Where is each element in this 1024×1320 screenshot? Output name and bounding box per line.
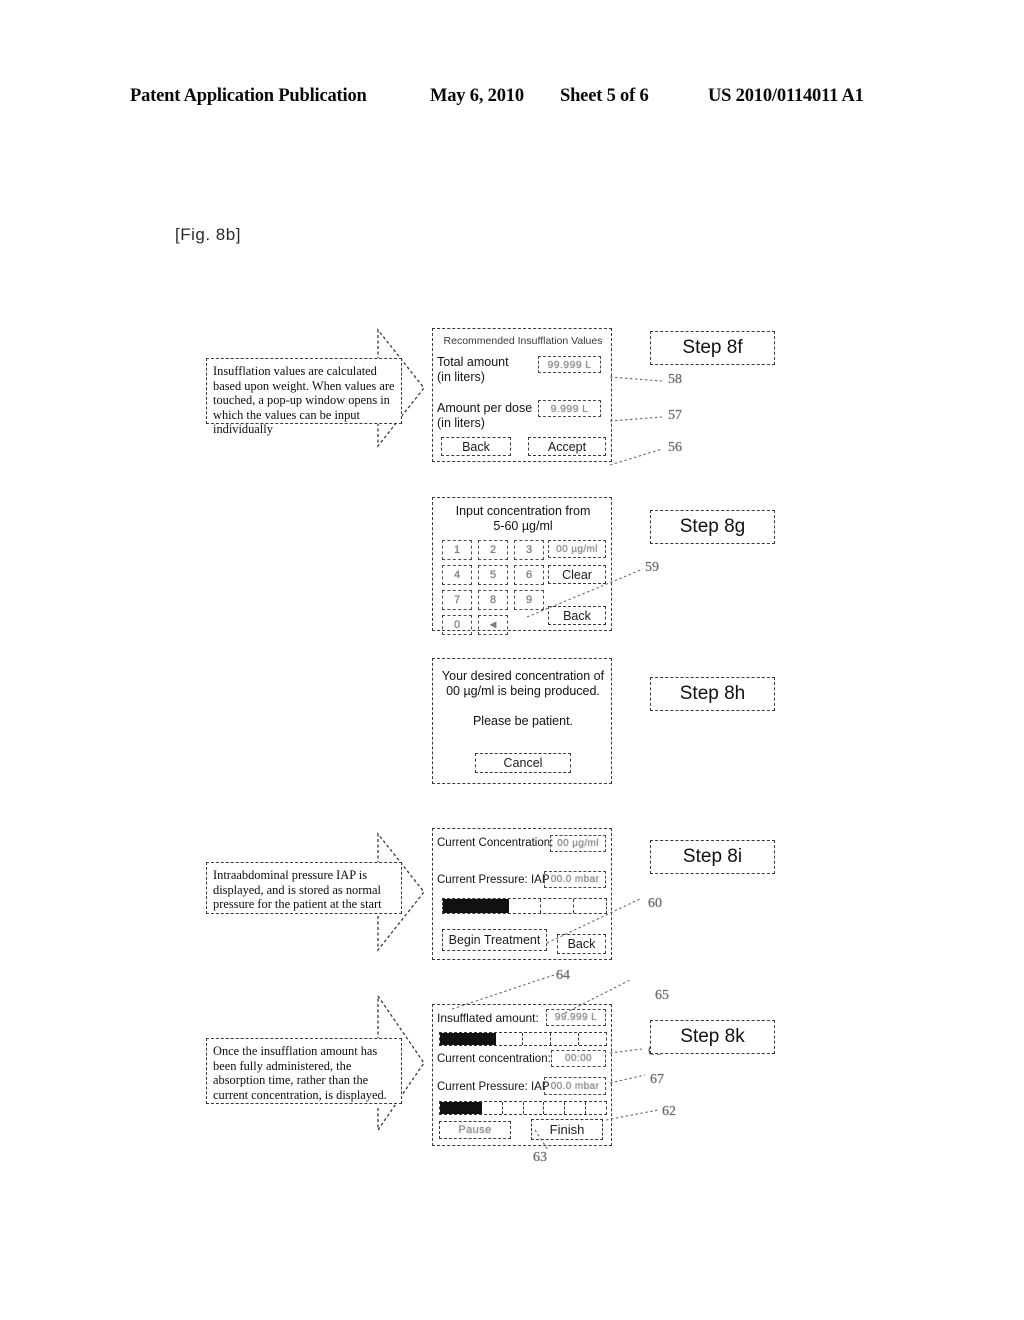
concentration-display-8g: 00 µg/ml <box>548 540 606 558</box>
ref-numeral-59: 59 <box>645 560 659 575</box>
callout-8i: Intraabdominal pressure IAP is displayed… <box>206 832 425 952</box>
ref-numeral-58: 58 <box>668 372 682 387</box>
screen-8g-title-line1: Input concentration from <box>455 504 591 518</box>
step-label-8k: Step 8k <box>650 1020 775 1054</box>
total-amount-units-label: (in liters) <box>437 370 485 384</box>
total-amount-value[interactable]: 99.999 L <box>538 356 601 373</box>
callout-8k-text: Once the insufflation amount has been fu… <box>206 1038 402 1104</box>
back-button-8f[interactable]: Back <box>441 437 511 456</box>
patent-figure-page: Patent Application Publication May 6, 20… <box>0 0 1024 1320</box>
callout-8f-text: Insufflation values are calculated based… <box>206 358 402 436</box>
step-label-8h: Step 8h <box>650 677 775 711</box>
screen-8f: Recommended Insufflation Values Total am… <box>432 328 612 462</box>
leader-lines-8k <box>451 972 659 1151</box>
callout-8i-text: Intraabdominal pressure IAP is displayed… <box>206 862 402 914</box>
ref-numeral-56: 56 <box>668 440 682 455</box>
backspace-icon[interactable]: ◄ <box>478 615 508 635</box>
step-label-8f: Step 8f <box>650 331 775 365</box>
current-pressure-label-8i: Current Pressure: IAP <box>437 874 550 886</box>
screen-8g-title-line2: 5-60 µg/ml <box>493 519 553 533</box>
step-label-8i: Step 8i <box>650 840 775 874</box>
key-3[interactable]: 3 <box>514 540 544 560</box>
ref-numeral-64: 64 <box>556 968 570 983</box>
sheet-number: Sheet 5 of 6 <box>560 86 649 106</box>
callout-8f: Insufflation values are calculated based… <box>206 328 425 448</box>
dose-amount-label: Amount per dose <box>437 401 533 415</box>
dose-amount-value[interactable]: 9.999 L <box>538 400 601 417</box>
step-label-8g: Step 8g <box>650 510 775 544</box>
ref-numeral-62: 62 <box>662 1104 676 1119</box>
current-pressure-value-8i: 00.0 mbar <box>544 871 606 888</box>
total-amount-label: Total amount <box>437 355 509 369</box>
key-4[interactable]: 4 <box>442 565 472 585</box>
ref-numeral-63: 63 <box>533 1150 547 1165</box>
ref-numeral-57: 57 <box>668 408 682 423</box>
key-1[interactable]: 1 <box>442 540 472 560</box>
key-2[interactable]: 2 <box>478 540 508 560</box>
ref-numeral-65: 65 <box>655 988 669 1003</box>
key-0[interactable]: 0 <box>442 615 472 635</box>
begin-treatment-button-8i[interactable]: Begin Treatment <box>442 929 547 951</box>
cancel-button-8h[interactable]: Cancel <box>475 753 571 773</box>
current-concentration-value-8i: 00 µg/ml <box>550 835 606 852</box>
key-8[interactable]: 8 <box>478 590 508 610</box>
publication-title: Patent Application Publication <box>130 86 367 106</box>
producing-message-line1: Your desired concentration of <box>441 669 605 683</box>
publication-date: May 6, 2010 <box>430 86 524 106</box>
key-7[interactable]: 7 <box>442 590 472 610</box>
accept-button-8f[interactable]: Accept <box>528 437 606 456</box>
leader-line-60 <box>546 898 641 944</box>
ref-numeral-67: 67 <box>650 1072 664 1087</box>
dose-amount-units-label: (in liters) <box>437 416 485 430</box>
patent-number: US 2010/0114011 A1 <box>708 86 864 106</box>
page-header: Patent Application Publication May 6, 20… <box>0 86 1024 114</box>
producing-message-line2: 00 µg/ml is being produced. <box>446 684 600 698</box>
screen-8h: Your desired concentration of 00 µg/ml i… <box>432 658 612 784</box>
callout-8k: Once the insufflation amount has been fu… <box>206 993 425 1133</box>
current-concentration-label-8i: Current Concentration: <box>437 837 554 849</box>
screen-8f-title: Recommended Insufflation Values <box>443 335 603 347</box>
key-5[interactable]: 5 <box>478 565 508 585</box>
patience-message: Please be patient. <box>472 714 574 728</box>
leader-line-59 <box>526 568 644 618</box>
ref-numeral-60: 60 <box>648 896 662 911</box>
figure-label: [Fig. 8b] <box>175 225 241 244</box>
